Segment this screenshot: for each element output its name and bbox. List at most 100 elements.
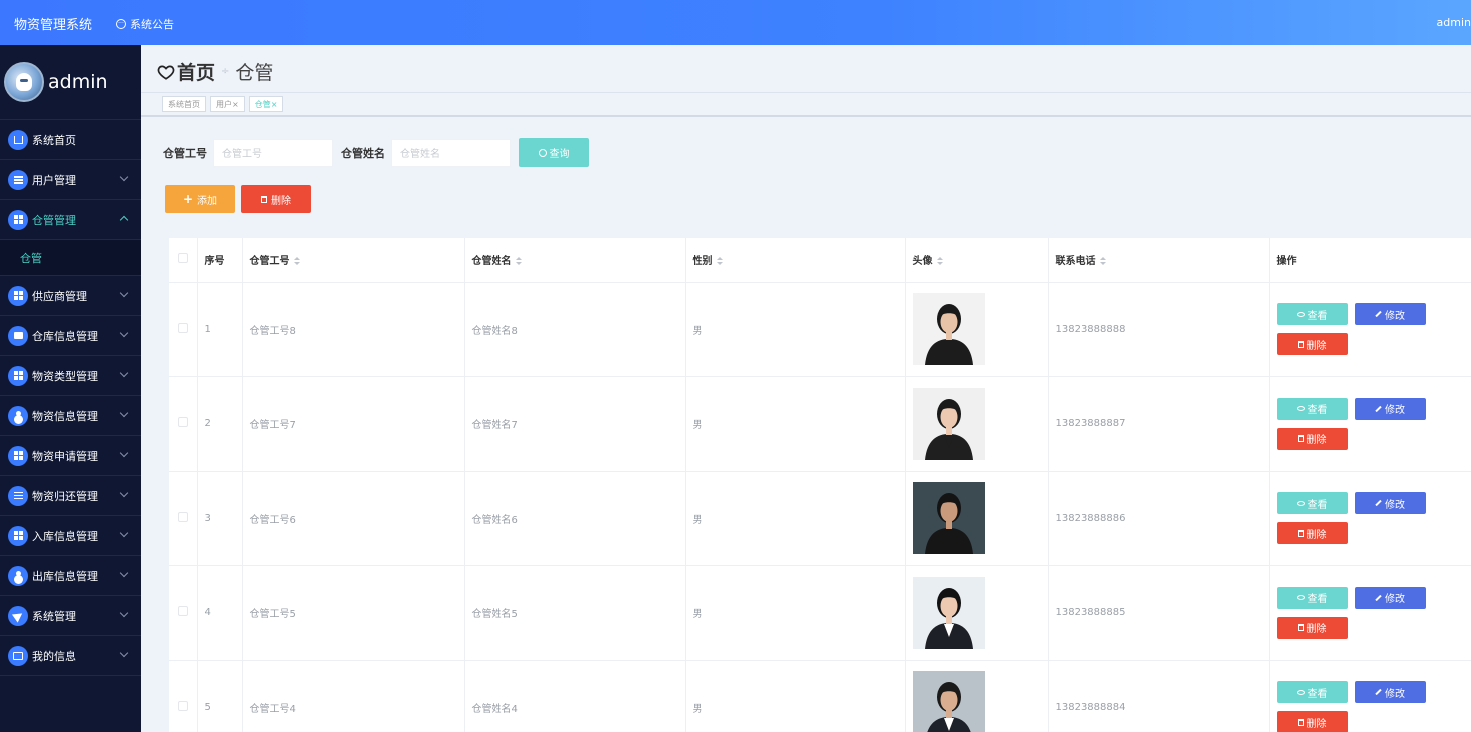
edit-button[interactable]: 修改 xyxy=(1354,397,1426,420)
eye-icon xyxy=(1296,311,1305,317)
row-checkbox[interactable] xyxy=(178,700,188,711)
delete-label: 删除 xyxy=(1306,718,1327,730)
edit-button[interactable]: 修改 xyxy=(1354,303,1426,326)
user-menu[interactable]: admin xyxy=(1437,16,1471,29)
system-notice-link[interactable]: ··· 系统公告 xyxy=(116,16,174,32)
sort-icon[interactable] xyxy=(1099,257,1106,266)
slider-icon xyxy=(8,485,28,506)
tab-keeper[interactable]: 仓管× xyxy=(248,96,284,112)
cell-keeper-name: 仓管姓名5 xyxy=(464,565,686,661)
sidebar-subitem-keeper[interactable]: 仓管 xyxy=(0,240,141,276)
sidebar-item-material-apply[interactable]: 物资申请管理 xyxy=(0,436,141,476)
app-title: 物资管理系统 xyxy=(14,18,93,33)
sidebar-item-material-return[interactable]: 物资归还管理 xyxy=(0,476,141,516)
query-button[interactable]: 查询 xyxy=(519,138,589,167)
view-label: 查看 xyxy=(1307,594,1328,606)
user-profile: admin xyxy=(0,45,141,120)
delete-button[interactable]: 删除 xyxy=(1276,711,1348,732)
row-checkbox[interactable] xyxy=(178,417,188,428)
user-icon xyxy=(8,405,28,426)
cell-actions: 查看 修改删除 xyxy=(1269,282,1471,377)
view-label: 查看 xyxy=(1307,405,1328,417)
cell-no: 3 xyxy=(197,471,243,566)
col-header-phone[interactable]: 联系电话 xyxy=(1048,238,1270,283)
delete-button[interactable]: 删除 xyxy=(1276,616,1348,639)
view-button[interactable]: 查看 xyxy=(1276,397,1348,420)
col-header-gender[interactable]: 性别 xyxy=(685,238,906,283)
edit-button[interactable]: 修改 xyxy=(1354,586,1426,609)
sidebar-item-material-info[interactable]: 物资信息管理 xyxy=(0,396,141,436)
sort-icon[interactable] xyxy=(293,257,300,266)
delete-button[interactable]: 删除 xyxy=(1276,522,1348,545)
avatar[interactable] xyxy=(912,482,985,555)
sort-icon[interactable] xyxy=(936,257,943,266)
cell-phone: 13823888888 xyxy=(1048,282,1270,377)
row-checkbox[interactable] xyxy=(178,511,188,522)
row-checkbox[interactable] xyxy=(178,606,188,617)
sidebar-item-label: 物资类型管理 xyxy=(32,369,98,383)
avatar[interactable] xyxy=(912,671,985,732)
sidebar-item-stock-out[interactable]: 出库信息管理 xyxy=(0,556,141,596)
edit-label: 修改 xyxy=(1385,688,1405,700)
cell-actions: 查看 修改删除 xyxy=(1269,660,1471,732)
edit-button[interactable]: 修改 xyxy=(1354,681,1426,704)
chevron-down-icon xyxy=(119,648,129,658)
view-button[interactable]: 查看 xyxy=(1276,586,1348,609)
select-all-checkbox[interactable] xyxy=(178,253,188,264)
sidebar-item-users[interactable]: 用户管理 xyxy=(0,160,141,200)
col-header-actions: 操作 xyxy=(1269,238,1471,283)
keeper-id-input[interactable]: 仓管工号 xyxy=(213,138,333,167)
edit-button[interactable]: 修改 xyxy=(1354,492,1426,515)
chevron-down-icon xyxy=(119,368,129,378)
view-label: 查看 xyxy=(1307,310,1328,322)
sidebar-item-stock-in[interactable]: 入库信息管理 xyxy=(0,516,141,556)
avatar[interactable] xyxy=(912,293,985,366)
cell-phone: 13823888887 xyxy=(1048,376,1270,472)
breadcrumb: 首页 ÷ 仓管 xyxy=(157,58,273,85)
sidebar-item-suppliers[interactable]: 供应商管理 xyxy=(0,276,141,316)
breadcrumb-home[interactable]: 首页 xyxy=(177,58,215,85)
col-header-name[interactable]: 仓管姓名 xyxy=(464,238,686,283)
action-bar: + 添加 删除 xyxy=(165,185,311,213)
chevron-down-icon xyxy=(119,448,129,458)
table-header-row: 序号 仓管工号 仓管姓名 性别 头像 联系电话 操作 xyxy=(169,238,1471,283)
top-bar: 物资管理系统 ··· 系统公告 admin xyxy=(0,0,1471,45)
batch-delete-button[interactable]: 删除 xyxy=(241,185,311,213)
cell-keeper-name: 仓管姓名7 xyxy=(464,376,686,472)
card-icon xyxy=(8,645,28,666)
breadcrumb-current: 仓管 xyxy=(235,62,274,84)
sort-icon[interactable] xyxy=(716,257,723,266)
view-button[interactable]: 查看 xyxy=(1276,492,1348,515)
cell-gender: 男 xyxy=(685,565,906,661)
view-button[interactable]: 查看 xyxy=(1276,303,1348,326)
box-icon xyxy=(8,325,28,346)
sidebar-item-my-info[interactable]: 我的信息 xyxy=(0,636,141,676)
tab-home[interactable]: 系统首页 xyxy=(162,96,206,112)
tab-bar: 系统首页 用户× 仓管× xyxy=(141,92,1471,117)
col-header-photo[interactable]: 头像 xyxy=(905,238,1049,283)
col-header-id[interactable]: 仓管工号 xyxy=(242,238,465,283)
delete-button[interactable]: 删除 xyxy=(1276,333,1348,356)
cell-gender: 男 xyxy=(685,282,906,377)
delete-button[interactable]: 删除 xyxy=(1276,427,1348,450)
sidebar-item-label: 仓管管理 xyxy=(32,213,76,227)
sidebar-item-home[interactable]: 系统首页 xyxy=(0,120,141,160)
trash-icon xyxy=(1297,718,1304,726)
keeper-name-input[interactable]: 仓管姓名 xyxy=(391,138,511,167)
view-label: 查看 xyxy=(1307,688,1328,700)
sidebar-item-warehouse[interactable]: 仓库信息管理 xyxy=(0,316,141,356)
avatar[interactable] xyxy=(912,576,985,649)
edit-label: 修改 xyxy=(1385,310,1405,322)
row-checkbox[interactable] xyxy=(178,322,188,333)
tab-users[interactable]: 用户× xyxy=(210,96,245,112)
sidebar-item-label: 物资申请管理 xyxy=(32,449,98,463)
avatar[interactable] xyxy=(912,387,985,460)
sidebar-item-material-types[interactable]: 物资类型管理 xyxy=(0,356,141,396)
add-button[interactable]: + 添加 xyxy=(165,185,235,213)
cell-keeper-name: 仓管姓名4 xyxy=(464,660,686,732)
chevron-down-icon xyxy=(119,568,129,578)
sidebar-item-system[interactable]: 系统管理 xyxy=(0,596,141,636)
sidebar-item-keepers[interactable]: 仓管管理 xyxy=(0,200,141,240)
view-button[interactable]: 查看 xyxy=(1276,681,1348,704)
sort-icon[interactable] xyxy=(515,257,522,266)
